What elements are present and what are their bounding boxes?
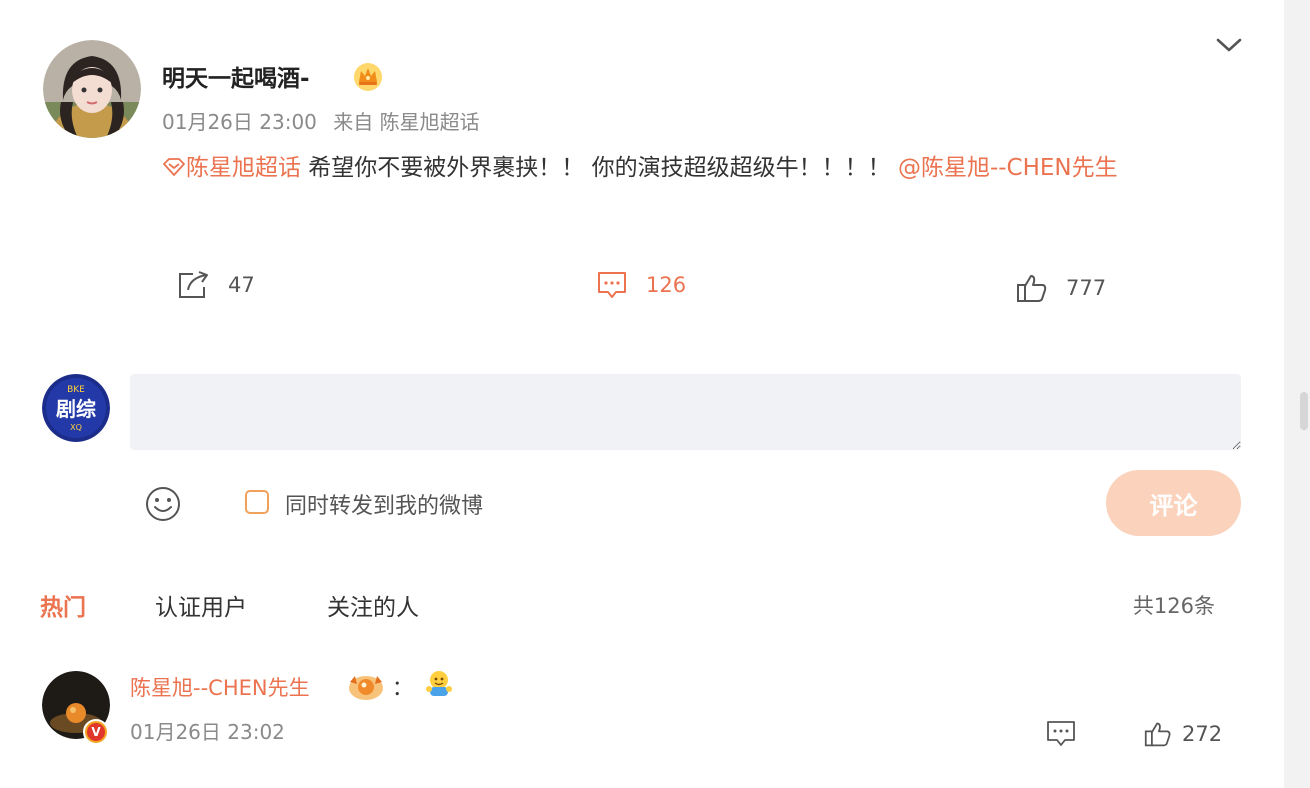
comment-time: 01月26日 23:02 (130, 720, 285, 744)
submit-comment-button[interactable]: 评论 (1106, 470, 1241, 536)
post-author-avatar[interactable] (43, 40, 141, 138)
weibo-post-card: 明天一起喝酒- 01月26日 23:00 来自 陈星旭超话 陈星旭超话 希望你不… (0, 0, 1284, 788)
comment-author-name[interactable]: 陈星旭--CHEN先生 (130, 672, 310, 702)
like-count: 777 (1066, 276, 1107, 300)
mention-link[interactable]: @陈星旭--CHEN先生 (898, 155, 1118, 181)
repost-checkbox-label[interactable]: 同时转发到我的微博 (285, 488, 483, 520)
my-avatar-text-top: BKE (67, 385, 85, 395)
thumbs-up-icon (1017, 275, 1047, 302)
comment-like-button[interactable]: 272 (1144, 720, 1222, 748)
supertopic-label: 陈星旭超话 (186, 155, 301, 181)
crown-icon (354, 63, 382, 91)
tab-hot[interactable]: 热门 (40, 588, 86, 622)
post-meta: 01月26日 23:00 来自 陈星旭超话 (162, 106, 480, 135)
post-date[interactable]: 01月26日 23:00 (162, 110, 317, 134)
comment-count: 126 (646, 273, 687, 297)
tab-following[interactable]: 关注的人 (327, 588, 419, 622)
post-author-name[interactable]: 明天一起喝酒- (162, 59, 310, 93)
verified-badge-mark: V (87, 723, 105, 741)
hug-emoji-icon (426, 671, 452, 696)
supertopic-icon (163, 158, 185, 176)
my-avatar-text-bottom: XQ (70, 423, 82, 432)
comment-like-count: 272 (1182, 722, 1223, 746)
comment-input[interactable] (130, 374, 1241, 450)
post-text: 希望你不要被外界裹挟！！ 你的演技超级超级牛！！！！ (301, 155, 898, 181)
thumbs-up-icon (1144, 722, 1171, 747)
repost-icon (179, 271, 208, 298)
post-body: 陈星旭超话 希望你不要被外界裹挟！！ 你的演技超级超级牛！！！！ @陈星旭--C… (162, 143, 1222, 194)
comment-colon: ： (392, 676, 413, 700)
comment-total: 共126条 (1132, 594, 1215, 618)
repost-button[interactable]: 47 (176, 270, 255, 300)
emoji-icon[interactable] (144, 485, 182, 523)
scrollbar-thumb[interactable] (1300, 392, 1308, 430)
repost-count: 47 (228, 273, 255, 297)
like-button[interactable]: 777 (1016, 273, 1106, 303)
my-avatar-text-main: 剧综 (56, 397, 96, 421)
fan-medal-icon (349, 676, 383, 700)
comment-button[interactable]: 126 (596, 270, 686, 300)
reply-icon[interactable] (1046, 720, 1076, 748)
repost-checkbox[interactable] (245, 490, 269, 514)
supertopic-link[interactable]: 陈星旭超话 (162, 155, 301, 181)
verified-badge: V (83, 719, 109, 745)
post-source[interactable]: 来自 陈星旭超话 (333, 110, 479, 134)
comment-icon (598, 272, 626, 298)
my-avatar[interactable]: BKE 剧综 XQ (42, 374, 110, 442)
tab-verified-users[interactable]: 认证用户 (155, 588, 247, 622)
chevron-down-icon[interactable] (1213, 34, 1245, 58)
